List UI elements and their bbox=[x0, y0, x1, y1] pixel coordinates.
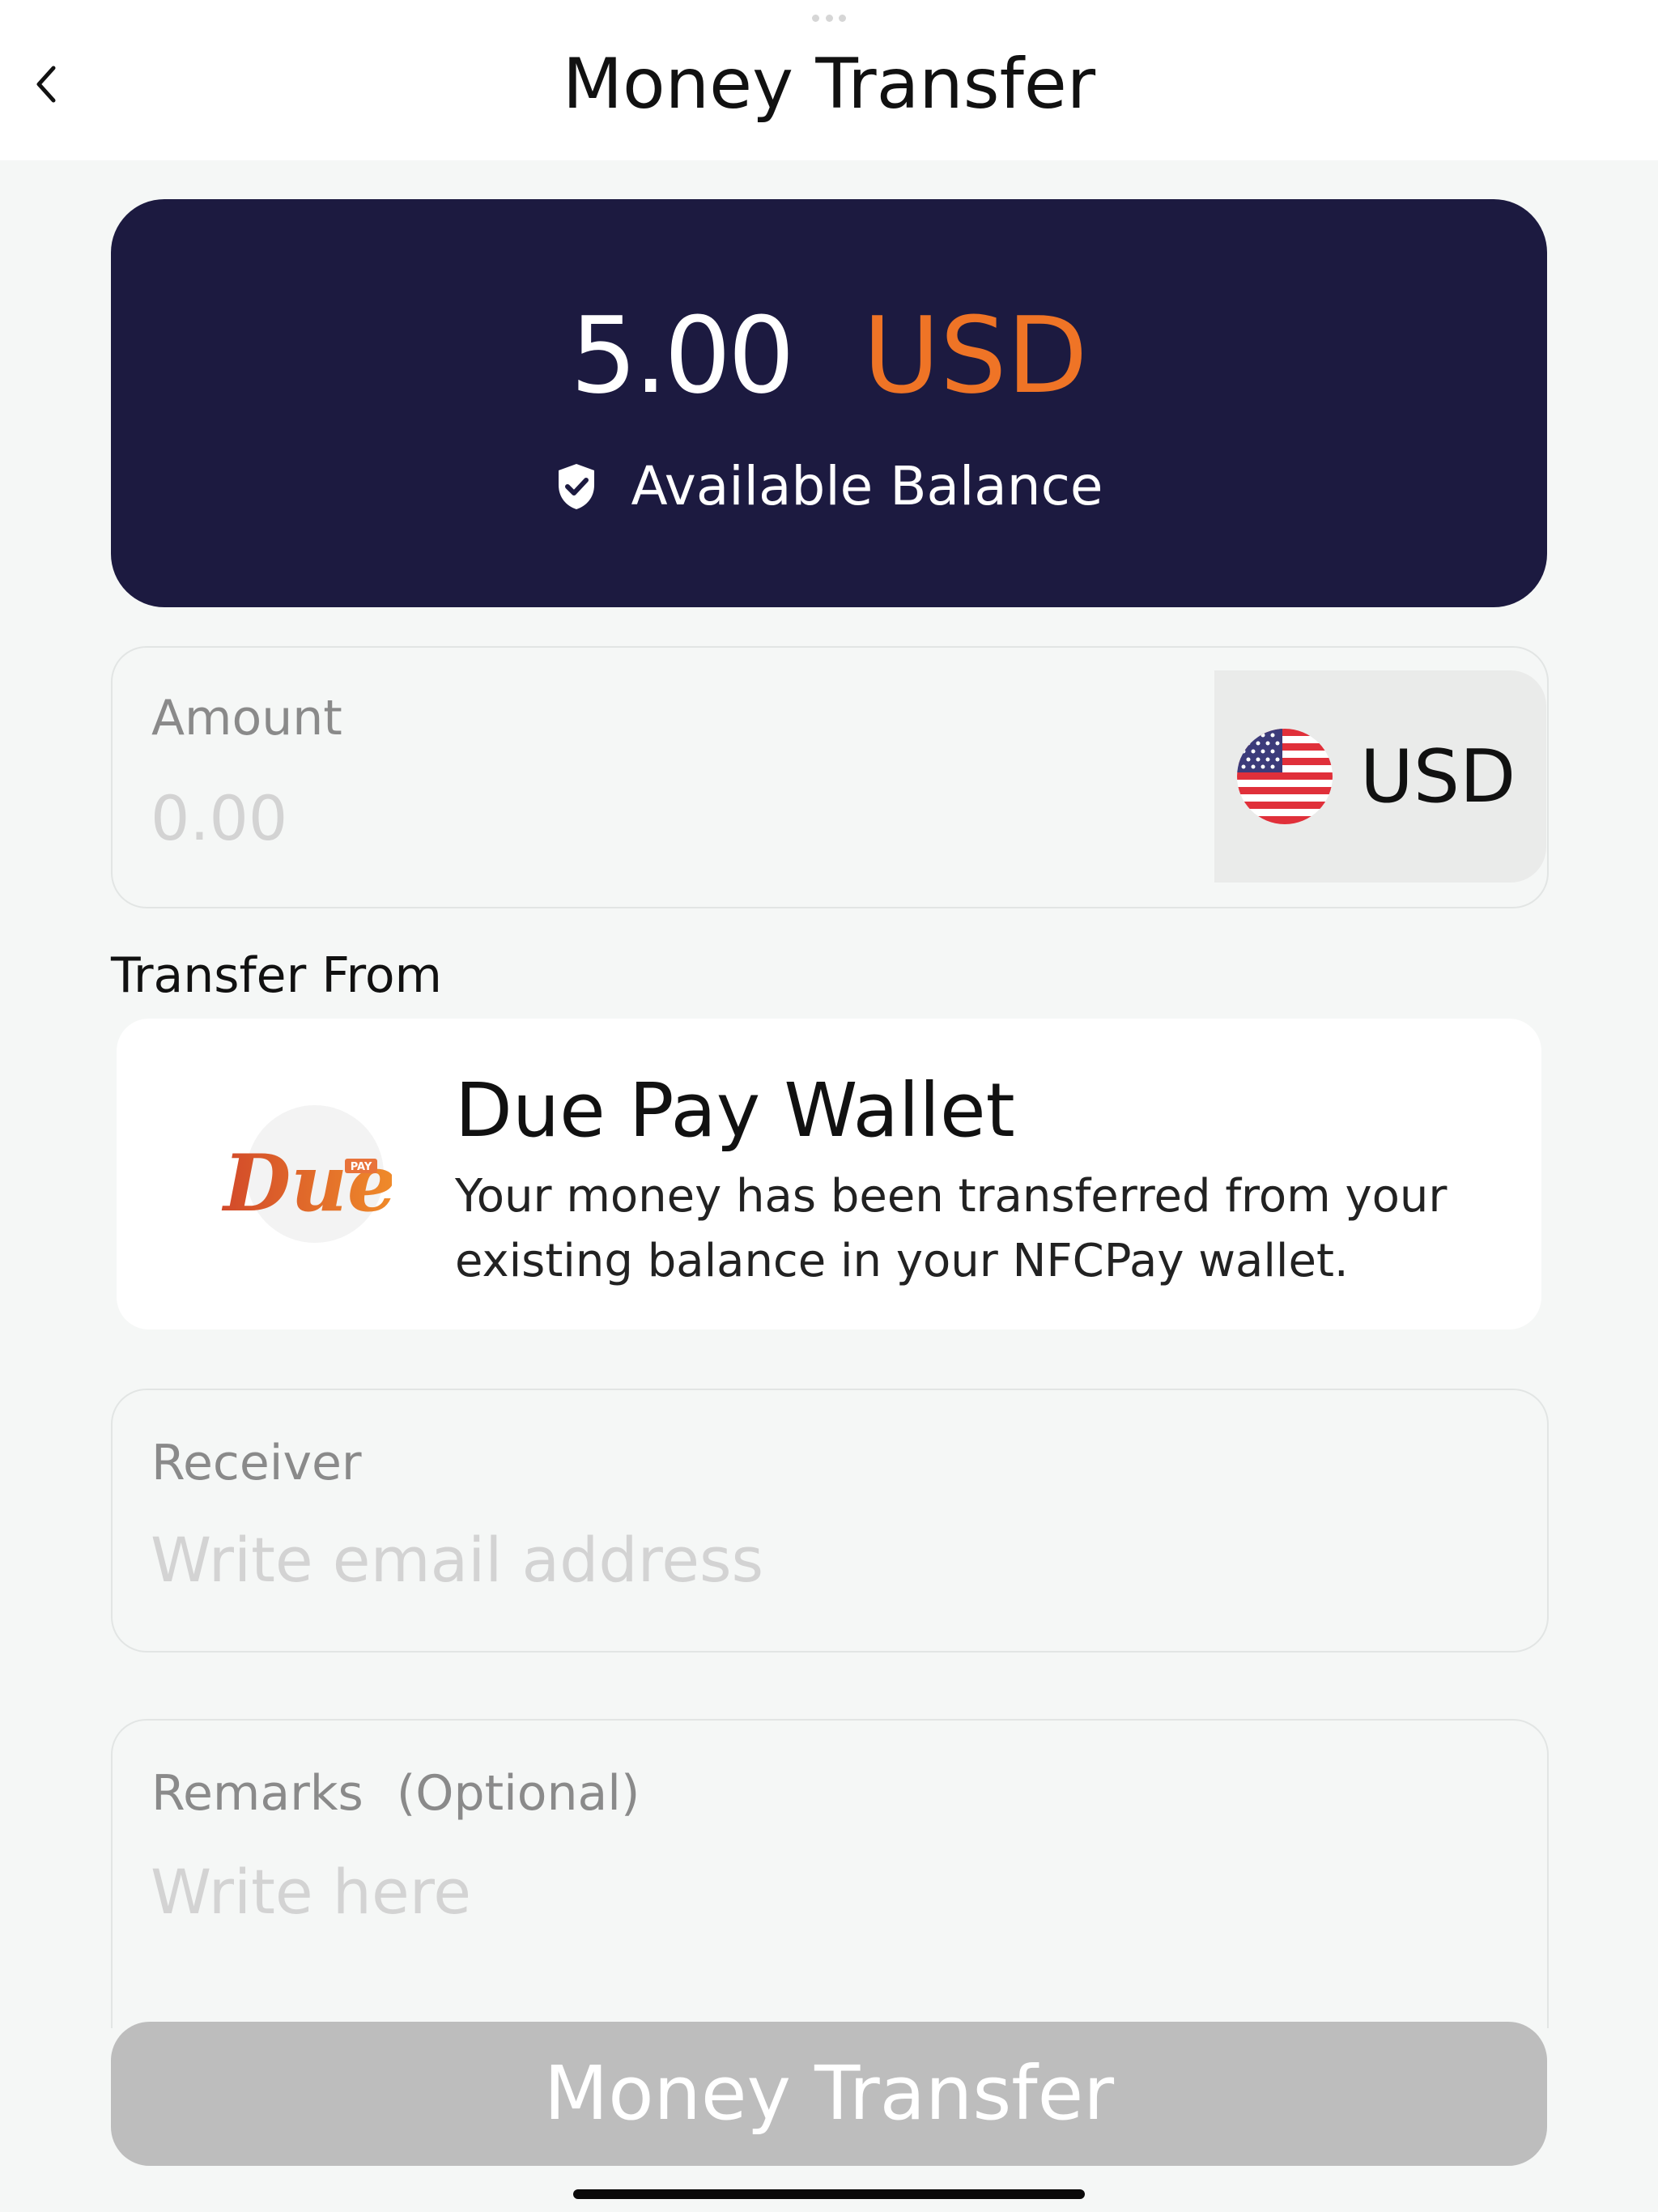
wallet-name: Due Pay Wallet bbox=[455, 1067, 1015, 1154]
receiver-email-input[interactable] bbox=[151, 1519, 1511, 1600]
available-balance-row: Available Balance bbox=[111, 455, 1547, 517]
receiver-label: Receiver bbox=[151, 1435, 362, 1491]
sheet-grabber[interactable] bbox=[812, 15, 846, 23]
remarks-label-row: Remarks (Optional) bbox=[151, 1765, 640, 1822]
pay-tag: PAY bbox=[351, 1161, 372, 1173]
transfer-from-label: Transfer From bbox=[111, 947, 442, 1004]
wallet-description: Your money has been transferred from you… bbox=[455, 1170, 1448, 1287]
currency-selector[interactable]: USD bbox=[1214, 670, 1546, 883]
money-transfer-button[interactable]: Money Transfer bbox=[111, 2022, 1547, 2166]
amount-label: Amount bbox=[151, 690, 342, 747]
remarks-input[interactable] bbox=[151, 1851, 1511, 1932]
available-balance-label: Available Balance bbox=[631, 455, 1103, 517]
balance-amount: 5.00 bbox=[570, 294, 794, 417]
balance-card: 5.00 USD Available Balance bbox=[111, 199, 1547, 607]
home-indicator bbox=[573, 2189, 1085, 2199]
remarks-label: Remarks bbox=[151, 1765, 363, 1822]
shield-check-icon bbox=[558, 463, 594, 509]
remarks-optional-label: (Optional) bbox=[396, 1765, 640, 1822]
due-pay-logo: Due PAY bbox=[206, 1105, 392, 1243]
balance-currency: USD bbox=[862, 294, 1088, 417]
due-wordmark: Due bbox=[221, 1138, 392, 1229]
top-bar: Money Transfer bbox=[0, 0, 1658, 160]
us-flag-icon bbox=[1237, 729, 1333, 824]
balance-amount-row: 5.00 USD bbox=[111, 295, 1547, 416]
amount-input[interactable] bbox=[151, 777, 1195, 858]
wallet-option-card[interactable]: Due PAY Due Pay Wallet Your money has be… bbox=[117, 1019, 1541, 1329]
currency-code: USD bbox=[1360, 734, 1516, 819]
page-title: Money Transfer bbox=[562, 44, 1096, 125]
